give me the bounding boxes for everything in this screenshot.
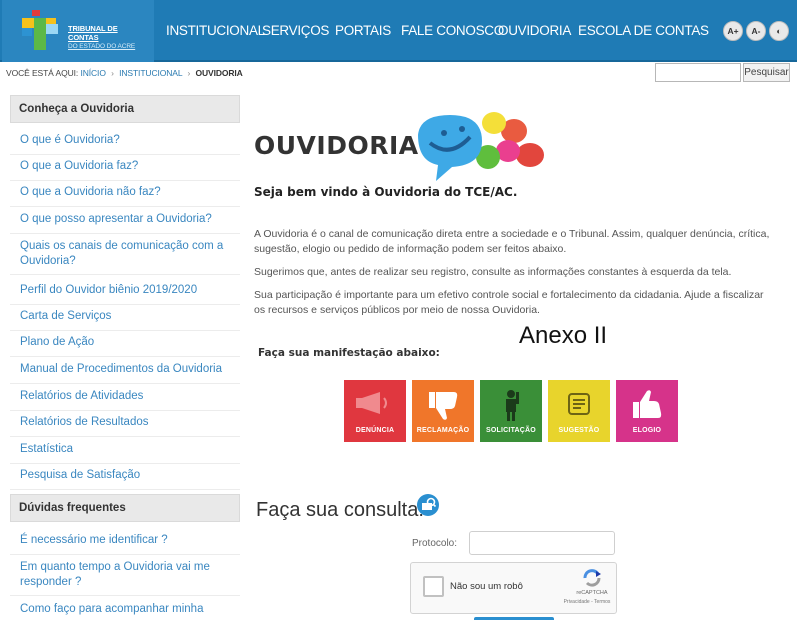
breadcrumb-separator: › bbox=[111, 68, 114, 78]
sugestao-label: SUGESTÃO bbox=[558, 427, 600, 434]
intro-paragraph-2: Sugerimos que, antes de realizar seu reg… bbox=[254, 266, 732, 278]
sidebar-item-carta-servicos[interactable]: Carta de Serviços bbox=[10, 309, 240, 331]
sidebar: Conheça a Ouvidoria O que é Ouvidoria? O… bbox=[10, 95, 240, 620]
recaptcha-logo-icon bbox=[583, 569, 601, 587]
sidebar-item-tempo-resposta[interactable]: Em quanto tempo a Ouvidoria vai me respo… bbox=[10, 560, 240, 596]
tce-logo-icon bbox=[22, 10, 58, 50]
recaptcha-brand: reCAPTCHA bbox=[576, 590, 608, 596]
logo-title: TRIBUNAL DE CONTAS bbox=[68, 24, 118, 42]
sidebar-item-o-que-faz[interactable]: O que a Ouvidoria faz? bbox=[10, 159, 240, 181]
speech-bubbles-emoji-icon bbox=[418, 112, 544, 181]
welcome-text: Seja bem vindo à Ouvidoria do TCE/AC. bbox=[254, 185, 518, 199]
sidebar-item-relatorios-atividades[interactable]: Relatórios de Atividades bbox=[10, 389, 240, 411]
manifestation-title: Faça sua manifestação abaixo: bbox=[258, 347, 440, 359]
logo-text: TRIBUNAL DE CONTAS DO ESTADO DO ACRE bbox=[68, 24, 150, 51]
breadcrumb-current: OUVIDORIA bbox=[195, 68, 243, 78]
sidebar-item-o-que-posso-apresentar[interactable]: O que posso apresentar a Ouvidoria? bbox=[10, 212, 240, 234]
nav-portais[interactable]: PORTAIS bbox=[335, 23, 391, 38]
recaptcha-privacy-terms[interactable]: Privacidade - Termos bbox=[557, 599, 617, 605]
magnifier-icon bbox=[422, 497, 437, 510]
search-document-icon[interactable] bbox=[417, 494, 439, 516]
main-content: OUVIDORIA Seja bem vindo à Ouvidoria do … bbox=[254, 95, 784, 620]
sidebar-item-estatistica[interactable]: Estatística bbox=[10, 442, 240, 464]
breadcrumb-prefix: VOCÊ ESTÁ AQUI: bbox=[6, 68, 79, 78]
sidebar-section-duvidas: Dúvidas frequentes bbox=[10, 494, 240, 522]
recaptcha-label: Não sou um robô bbox=[450, 581, 523, 592]
denuncia-button[interactable]: DENÚNCIA bbox=[344, 380, 406, 442]
search-button[interactable]: Pesquisar bbox=[743, 63, 790, 82]
breadcrumb-separator: › bbox=[187, 68, 191, 78]
sidebar-item-canais-comunicacao[interactable]: Quais os canais de comunicação com a Ouv… bbox=[10, 239, 240, 275]
solicitacao-button[interactable]: SOLICITAÇÃO bbox=[480, 380, 542, 442]
nav-servicos[interactable]: SERVIÇOS bbox=[262, 23, 329, 38]
elogio-button[interactable]: ELOGIO bbox=[616, 380, 678, 442]
sidebar-item-identificar[interactable]: É necessário me identificar ? bbox=[10, 533, 240, 555]
recaptcha-checkbox[interactable] bbox=[423, 576, 444, 597]
annex-label: Anexo II bbox=[519, 322, 608, 349]
intro-paragraph-3: Sua participação é importante para um ef… bbox=[254, 289, 764, 316]
protocolo-label: Protocolo: bbox=[412, 538, 458, 549]
solicitacao-label: SOLICITAÇÃO bbox=[486, 427, 536, 434]
breadcrumb-inicio[interactable]: INÍCIO bbox=[80, 68, 105, 78]
nav-ouvidoria[interactable]: OUVIDORIA bbox=[498, 23, 571, 38]
sidebar-item-pesquisa-satisfacao[interactable]: Pesquisa de Satisfação bbox=[10, 468, 240, 490]
nav-fale-conosco[interactable]: FALE CONOSCO bbox=[401, 23, 504, 38]
reclamacao-button[interactable]: RECLAMAÇÃO bbox=[412, 380, 474, 442]
increase-font-button[interactable]: A+ bbox=[723, 21, 743, 41]
page-title: OUVIDORIA bbox=[254, 131, 419, 160]
elogio-label: ELOGIO bbox=[632, 427, 662, 434]
logo-subtitle: DO ESTADO DO ACRE bbox=[68, 43, 136, 50]
site-logo[interactable]: TRIBUNAL DE CONTAS DO ESTADO DO ACRE bbox=[2, 0, 154, 62]
sidebar-item-plano-acao[interactable]: Plano de Ação bbox=[10, 335, 240, 357]
thumbs-down-icon bbox=[429, 392, 458, 420]
sidebar-section-conheca: Conheça a Ouvidoria bbox=[10, 95, 240, 123]
sidebar-item-manual-procedimentos[interactable]: Manual de Procedimentos da Ouvidoria bbox=[10, 362, 240, 384]
breadcrumb-institucional[interactable]: INSTITUCIONAL bbox=[119, 68, 182, 78]
person-icon bbox=[506, 390, 519, 421]
contrast-button[interactable]: ◐ bbox=[769, 21, 789, 41]
denuncia-label: DENÚNCIA bbox=[355, 427, 395, 434]
note-icon bbox=[568, 393, 590, 415]
consulta-title: Faça sua consulta: bbox=[256, 499, 424, 521]
protocolo-input[interactable] bbox=[469, 531, 615, 555]
sidebar-item-perfil-ouvidor[interactable]: Perfil do Ouvidor biênio 2019/2020 bbox=[10, 283, 240, 305]
sidebar-item-relatorios-resultados[interactable]: Relatórios de Resultados bbox=[10, 415, 240, 437]
nav-escola-de-contas[interactable]: ESCOLA DE CONTAS bbox=[578, 23, 709, 38]
reclamacao-label: RECLAMAÇÃO bbox=[416, 427, 470, 434]
sidebar-item-acompanhar[interactable]: Como faço para acompanhar minha bbox=[10, 602, 240, 620]
thumbs-up-icon bbox=[633, 390, 662, 418]
sidebar-item-o-que-e-ouvidoria[interactable]: O que é Ouvidoria? bbox=[10, 133, 240, 155]
nav-institucional[interactable]: INSTITUCIONAL bbox=[166, 23, 265, 38]
sidebar-item-o-que-nao-faz[interactable]: O que a Ouvidoria não faz? bbox=[10, 185, 240, 207]
recaptcha-widget: Não sou um robô reCAPTCHA Privacidade - … bbox=[410, 562, 617, 614]
intro-paragraph-1: A Ouvidoria é o canal de comunicação dir… bbox=[254, 228, 770, 255]
breadcrumb: VOCÊ ESTÁ AQUI: INÍCIO › INSTITUCIONAL ›… bbox=[6, 68, 243, 78]
megaphone-icon bbox=[356, 392, 387, 414]
sugestao-button[interactable]: SUGESTÃO bbox=[548, 380, 610, 442]
decrease-font-button[interactable]: A- bbox=[746, 21, 766, 41]
search-input[interactable] bbox=[655, 63, 741, 82]
top-navigation-bar: TRIBUNAL DE CONTAS DO ESTADO DO ACRE INS… bbox=[0, 0, 797, 62]
